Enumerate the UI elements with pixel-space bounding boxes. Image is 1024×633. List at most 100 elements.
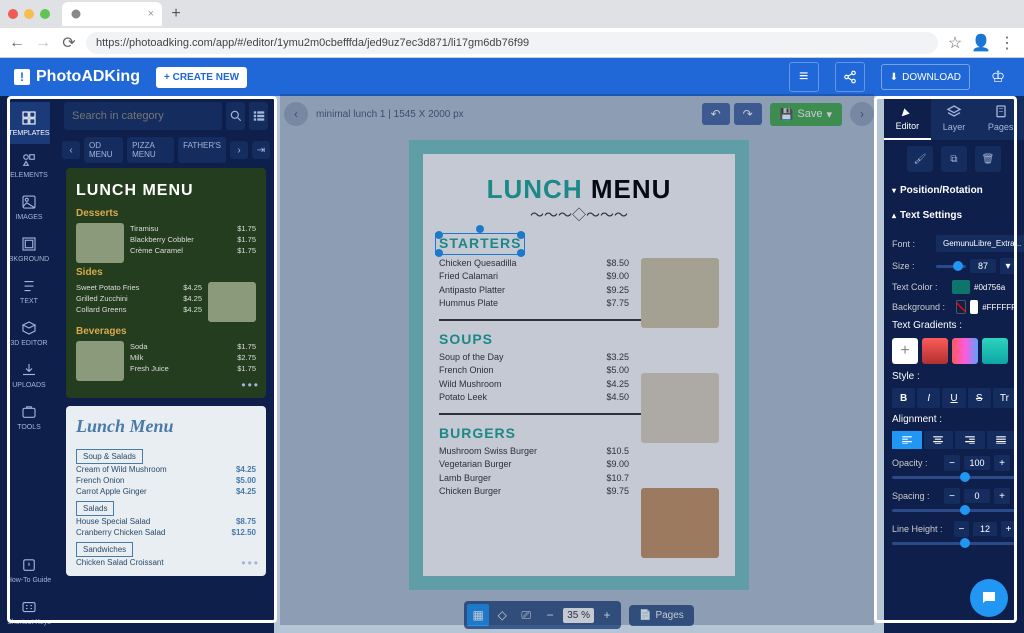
sidebar-item-tools[interactable]: TOOLS [8, 396, 49, 438]
text-settings-section[interactable]: Text Settings [892, 207, 1016, 224]
grid-view-icon[interactable]: ▦ [467, 604, 489, 626]
list-view-icon[interactable] [249, 102, 268, 130]
spacing-plus-button[interactable]: + [994, 488, 1010, 504]
zoom-level[interactable]: 35 % [563, 608, 594, 623]
sidebar-item-text[interactable]: TEXT [8, 270, 49, 312]
align-left-button[interactable] [892, 431, 922, 449]
style-strike-button[interactable]: S [968, 388, 991, 408]
zoom-out-button[interactable]: − [539, 604, 561, 626]
style-underline-button[interactable]: U [942, 388, 965, 408]
template-card[interactable]: LUNCH MENU DessertsTiramisu$1.75Blackber… [66, 168, 266, 398]
paint-roller-icon[interactable]: 🖌 [907, 146, 933, 172]
style-transform-button[interactable]: Tr [993, 388, 1016, 408]
chips-filter-icon[interactable]: ⇥ [252, 141, 270, 159]
lineheight-slider[interactable] [892, 542, 1016, 545]
browser-tab[interactable]: × [62, 2, 162, 26]
sidebar-item-elements[interactable]: ELEMENTS [8, 144, 49, 186]
canvas-document[interactable]: LUNCH MENU〜〜〜◇〜〜〜STARTERSChicken Quesadi… [409, 140, 749, 590]
app-logo[interactable]: ! PhotoADKing [14, 68, 140, 86]
new-tab-button[interactable]: + [166, 4, 186, 24]
align-justify-button[interactable] [987, 431, 1017, 449]
pages-button[interactable]: 📄 Pages [629, 605, 694, 626]
category-chip[interactable]: FATHER'S [178, 137, 226, 163]
template-card[interactable]: Lunch Menu Soup & SaladsCream of Wild Mu… [66, 406, 266, 576]
bookmark-icon[interactable]: ☆ [946, 34, 964, 52]
align-center-button[interactable] [924, 431, 954, 449]
bg-none-swatch[interactable] [956, 300, 966, 314]
save-button[interactable]: 💾 Save ▾ [770, 103, 842, 126]
chips-next-button[interactable]: › [230, 141, 248, 159]
eraser-icon[interactable]: ◇ [491, 604, 513, 626]
profile-icon[interactable]: 👤 [972, 34, 990, 52]
size-dropdown-icon[interactable]: ▾ [1000, 258, 1016, 274]
text-color-swatch[interactable] [952, 280, 970, 294]
style-italic-button[interactable]: I [917, 388, 940, 408]
search-input[interactable] [64, 102, 222, 130]
sidebar-item-templates[interactable]: TEMPLATES [8, 102, 49, 144]
lineheight-value[interactable]: 12 [973, 522, 997, 536]
position-rotation-section[interactable]: Position/Rotation [892, 182, 1016, 199]
sidebar-item-how-to-guide[interactable]: How-To Guide [7, 549, 51, 591]
gradient-swatch[interactable] [922, 338, 948, 364]
opacity-plus-button[interactable]: + [994, 455, 1010, 471]
search-icon[interactable] [226, 102, 245, 130]
undo-button[interactable]: ↶ [702, 103, 730, 125]
align-right-button[interactable] [955, 431, 985, 449]
reload-button[interactable]: ⟳ [60, 34, 78, 52]
tab-pages[interactable]: Pages [977, 96, 1024, 140]
font-select[interactable]: GemunuLibre_Extra... [936, 235, 1024, 252]
download-icon: ⬇ [890, 72, 898, 83]
more-icon[interactable]: ••• [241, 556, 260, 570]
next-page-button[interactable]: › [850, 102, 874, 126]
sidebar-item-images[interactable]: IMAGES [8, 186, 49, 228]
sidebar-item-label: 3D EDITOR [10, 340, 47, 347]
duplicate-icon[interactable]: ⧉ [941, 146, 967, 172]
spacing-minus-button[interactable]: − [944, 488, 960, 504]
size-slider[interactable] [936, 265, 966, 268]
main-area: TEMPLATESELEMENTSIMAGESBKGROUNDTEXT 3D ED… [0, 96, 1024, 633]
sidebar-item-shortcut-keys[interactable]: Shortcut Keys [7, 591, 51, 633]
sidebar-item-3d editor[interactable]: 3D EDITOR [8, 312, 49, 354]
forward-button[interactable]: → [34, 34, 52, 52]
tab-editor[interactable]: Editor [884, 96, 931, 140]
lineheight-minus-button[interactable]: − [954, 521, 969, 537]
lineheight-plus-button[interactable]: + [1001, 521, 1016, 537]
minimize-icon[interactable] [24, 9, 34, 19]
document-name[interactable]: minimal lunch 1 | 1545 X 2000 px [316, 109, 694, 120]
category-chip[interactable]: OD MENU [84, 137, 123, 163]
sidebar-item-bkground[interactable]: BKGROUND [8, 228, 49, 270]
more-icon[interactable]: ••• [241, 378, 260, 392]
trash-icon[interactable]: 🗑 [975, 146, 1001, 172]
chat-fab[interactable] [970, 579, 1008, 617]
menu-icon[interactable]: ⋮ [998, 34, 1016, 52]
prev-page-button[interactable]: ‹ [284, 102, 308, 126]
style-bold-button[interactable]: B [892, 388, 915, 408]
sidebar-item-uploads[interactable]: UPLOADS [8, 354, 49, 396]
redo-button[interactable]: ↷ [734, 103, 762, 125]
maximize-icon[interactable] [40, 9, 50, 19]
spacing-value[interactable]: 0 [964, 489, 990, 503]
add-gradient-button[interactable]: + [892, 338, 918, 364]
spacing-slider[interactable] [892, 509, 1016, 512]
bg-color-swatch[interactable] [970, 300, 979, 314]
tab-close-icon[interactable]: × [148, 8, 154, 20]
gradient-swatch[interactable] [952, 338, 978, 364]
category-chip[interactable]: PIZZA MENU [127, 137, 174, 163]
url-input[interactable]: https://photoadking.com/app/#/editor/1ym… [86, 32, 938, 54]
opacity-minus-button[interactable]: − [944, 455, 960, 471]
opacity-slider[interactable] [892, 476, 1016, 479]
notes-icon[interactable]: ≡ [789, 62, 819, 92]
size-value[interactable]: 87 [970, 259, 996, 273]
chips-prev-button[interactable]: ‹ [62, 141, 80, 159]
close-icon[interactable] [8, 9, 18, 19]
chess-icon[interactable]: ♔ [986, 67, 1010, 87]
tab-layer[interactable]: Layer [931, 96, 978, 140]
download-button[interactable]: ⬇ DOWNLOAD [881, 64, 970, 90]
zoom-in-button[interactable]: + [596, 604, 618, 626]
share-icon[interactable] [835, 62, 865, 92]
create-new-button[interactable]: + CREATE NEW [156, 67, 247, 88]
gradient-swatch[interactable] [982, 338, 1008, 364]
present-icon[interactable]: ⎚ [515, 604, 537, 626]
opacity-value[interactable]: 100 [964, 456, 990, 470]
back-button[interactable]: ← [8, 34, 26, 52]
